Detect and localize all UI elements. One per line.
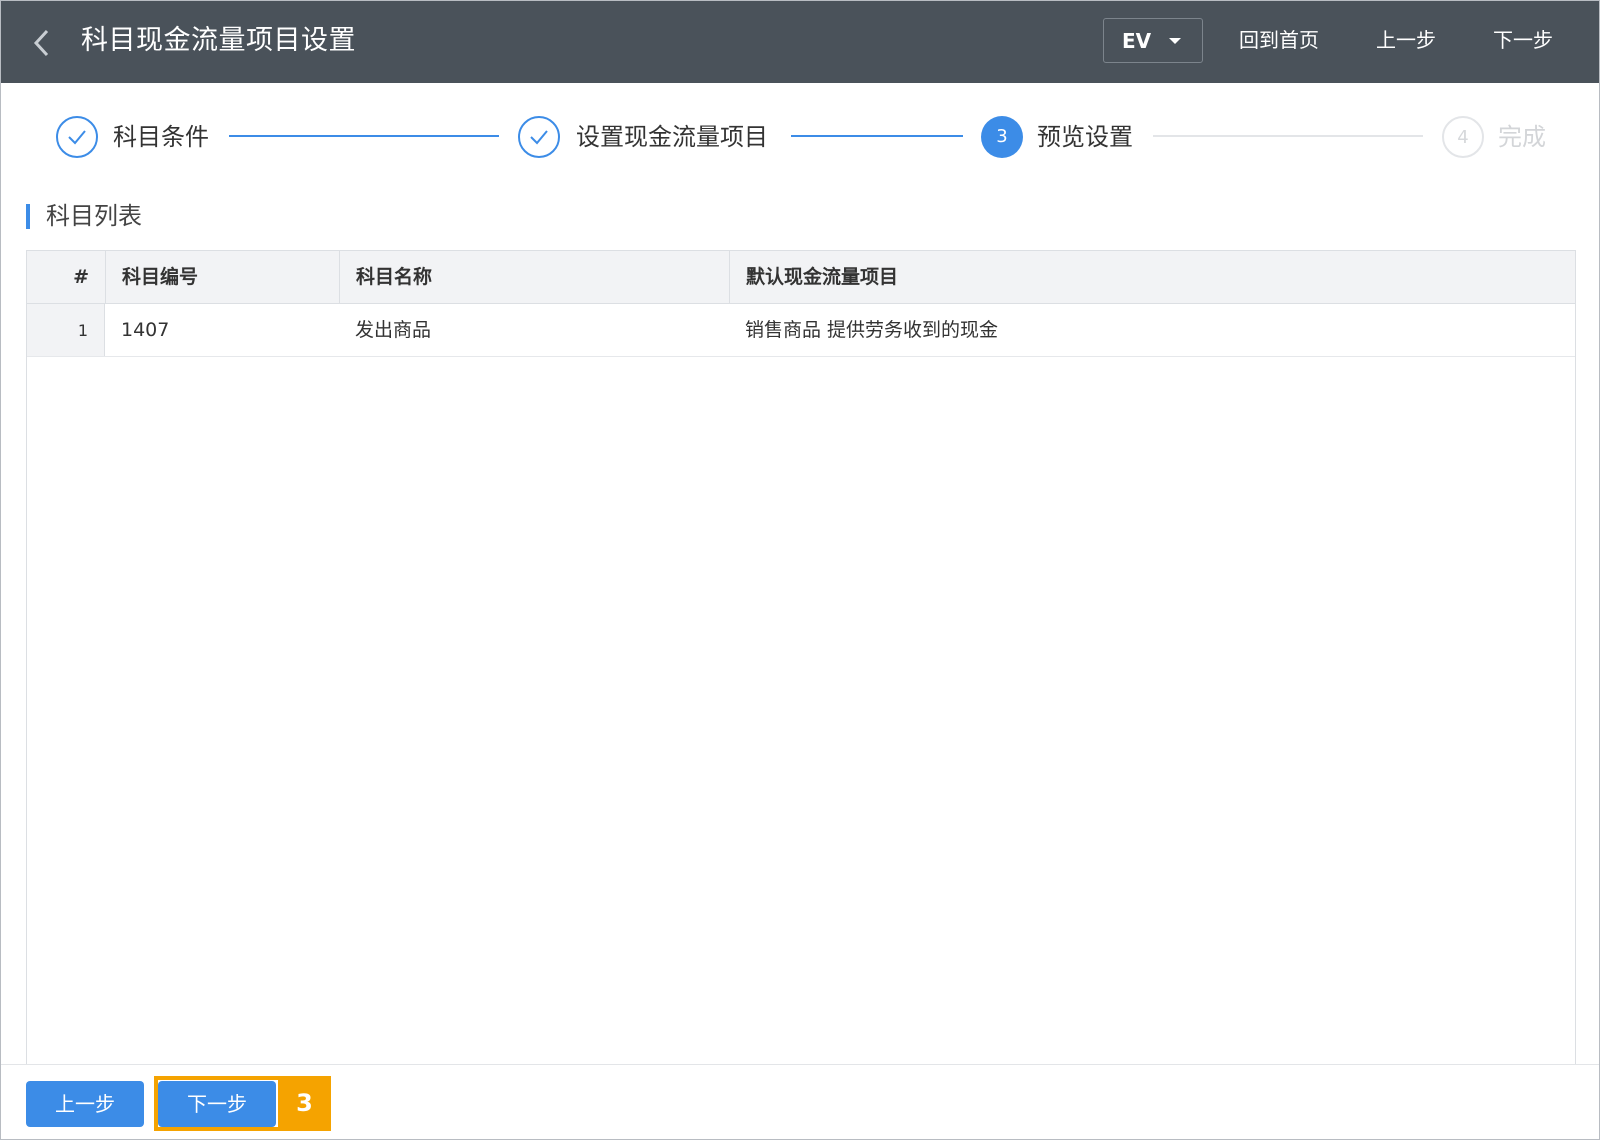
step-connector-2 bbox=[791, 135, 963, 137]
app-window: 科目现金流量项目设置 EV 回到首页 上一步 下一步 科目条件 设置现金流量项目… bbox=[0, 0, 1600, 1140]
check-icon bbox=[530, 130, 548, 145]
caret-down-icon bbox=[1169, 38, 1181, 44]
section-title: 科目列表 bbox=[46, 202, 142, 230]
column-header-account-code[interactable]: 科目编号 bbox=[105, 251, 339, 303]
header-next-link[interactable]: 下一步 bbox=[1493, 23, 1553, 57]
language-value: EV bbox=[1122, 29, 1152, 53]
account-name-cell: 发出商品 bbox=[355, 319, 432, 341]
step-2-check-icon bbox=[518, 116, 560, 158]
top-bar: 科目现金流量项目设置 EV 回到首页 上一步 下一步 bbox=[1, 1, 1599, 83]
row-index: 1 bbox=[27, 304, 105, 356]
footer-divider bbox=[1, 1064, 1599, 1065]
home-link[interactable]: 回到首页 bbox=[1239, 23, 1319, 57]
next-step-button[interactable]: 下一步 bbox=[158, 1081, 276, 1127]
step-4-number-text: 4 bbox=[1457, 127, 1469, 148]
step-1-check-icon bbox=[56, 116, 98, 158]
header-prev-link[interactable]: 上一步 bbox=[1376, 23, 1436, 57]
check-icon bbox=[68, 130, 86, 145]
column-header-index[interactable]: # bbox=[27, 251, 105, 303]
prev-step-button[interactable]: 上一步 bbox=[26, 1081, 144, 1127]
column-header-account-name[interactable]: 科目名称 bbox=[339, 251, 729, 303]
step-1-label: 科目条件 bbox=[113, 123, 209, 151]
step-3-number-text: 3 bbox=[996, 126, 1008, 147]
page-title: 科目现金流量项目设置 bbox=[81, 25, 356, 56]
step-3-label: 预览设置 bbox=[1037, 123, 1133, 151]
language-select[interactable]: EV bbox=[1103, 18, 1203, 63]
cash-flow-item-cell: 销售商品 提供劳务收到的现金 bbox=[745, 319, 999, 341]
step-3-number: 3 bbox=[981, 116, 1023, 158]
table-header: # 科目编号 科目名称 默认现金流量项目 bbox=[27, 251, 1575, 304]
chevron-left-icon[interactable] bbox=[27, 25, 57, 61]
account-code-cell: 1407 bbox=[121, 319, 170, 341]
step-connector-1 bbox=[229, 135, 499, 137]
account-table: # 科目编号 科目名称 默认现金流量项目 1 1407 发出商品 销售商品 提供… bbox=[26, 250, 1576, 1065]
section-accent-bar bbox=[26, 204, 30, 229]
step-2-label: 设置现金流量项目 bbox=[576, 123, 768, 151]
annotation-step-number: 3 bbox=[278, 1076, 331, 1131]
step-4-number: 4 bbox=[1442, 116, 1484, 158]
step-4-label: 完成 bbox=[1498, 123, 1546, 151]
column-header-cash-flow-item[interactable]: 默认现金流量项目 bbox=[729, 251, 1575, 303]
table-row[interactable]: 1 1407 发出商品 销售商品 提供劳务收到的现金 bbox=[27, 304, 1575, 357]
step-connector-3 bbox=[1153, 135, 1423, 137]
